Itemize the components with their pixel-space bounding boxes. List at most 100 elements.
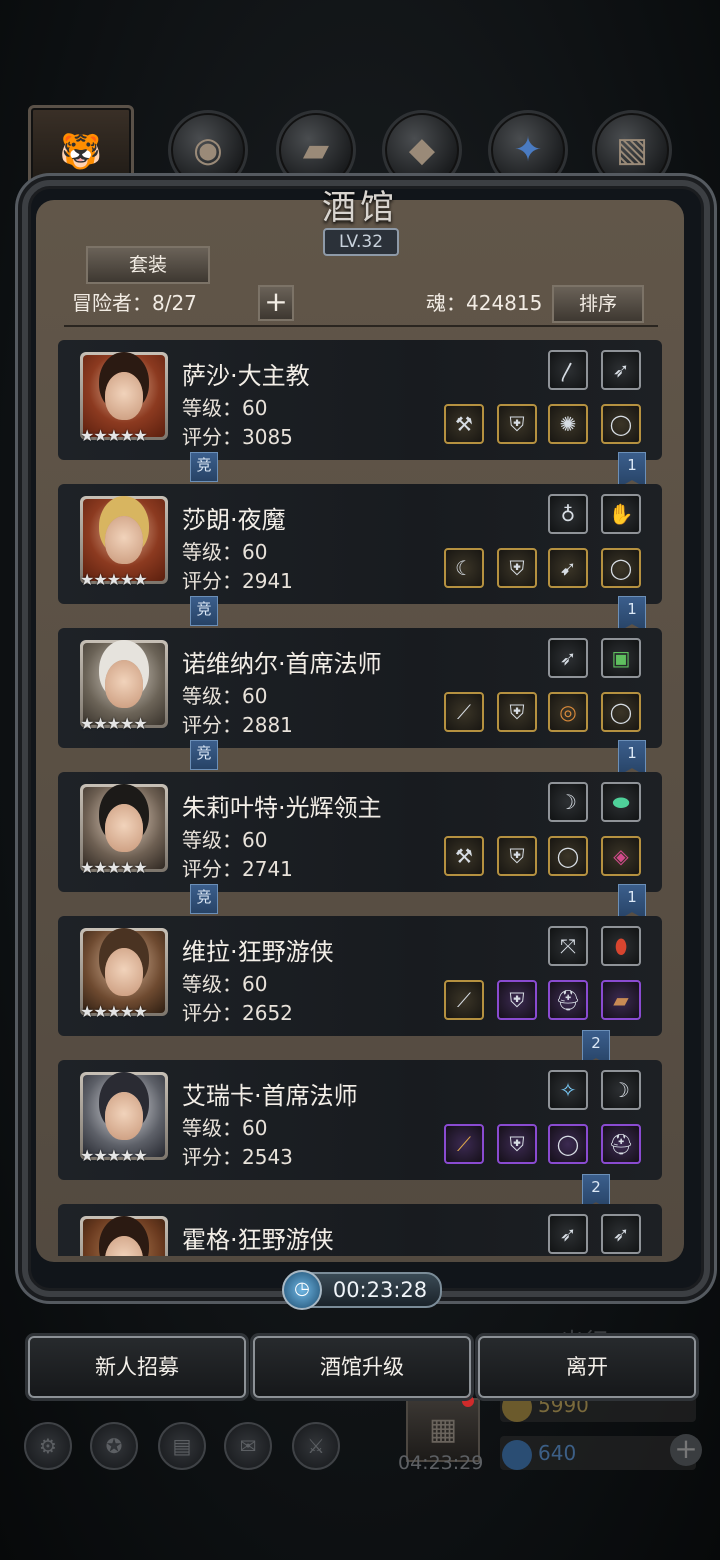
hero-score: 评分：2652	[182, 1001, 293, 1025]
staff-icon[interactable]: ⟋	[444, 1124, 484, 1164]
adventurer-count: 冒险者：8/27	[72, 291, 197, 315]
refresh-timer: ◷ 00:23:28	[282, 1270, 442, 1310]
star-rating: ★★★★★	[80, 858, 148, 877]
armor-icon[interactable]: ⛨	[497, 1124, 537, 1164]
gem-icon	[502, 1439, 532, 1470]
orb-icon[interactable]: ✧	[548, 1070, 588, 1110]
mail-icon[interactable]: ✉	[224, 1422, 272, 1470]
sort-button[interactable]: 排序	[552, 285, 644, 323]
set-button[interactable]: 套装	[86, 246, 210, 284]
add-slot-button[interactable]: +	[258, 285, 294, 321]
hero-name: 萨沙·大主教	[182, 362, 310, 390]
hero-card[interactable]: ★★★★★ 萨沙·大主教 等级：60 评分：3085 〳 ➶ ⚒ ⛨ ✺ ◯	[58, 340, 662, 460]
book-icon[interactable]: ▤	[158, 1422, 206, 1470]
blade-icon[interactable]: ☾	[444, 548, 484, 588]
armor-icon[interactable]: ⛨	[497, 692, 537, 732]
ruby-icon[interactable]: ⬮	[601, 926, 641, 966]
hero-score: 评分：2741	[182, 857, 293, 881]
staff-icon[interactable]: ⟋	[444, 692, 484, 732]
arena-badge: 竞	[190, 452, 218, 482]
ring-icon[interactable]: ◯	[548, 1124, 588, 1164]
armor-icon[interactable]: ⛨	[497, 404, 537, 444]
soul-count: 魂：424815	[426, 291, 543, 315]
glove-icon[interactable]: ✋	[601, 494, 641, 534]
feather-icon[interactable]: ➶	[548, 638, 588, 678]
crossed-swords-icon[interactable]: ⚔	[292, 1422, 340, 1470]
quiver-icon[interactable]: ➹	[548, 548, 588, 588]
hero-portrait[interactable]	[80, 1216, 168, 1256]
tab-materials[interactable]: ▰	[276, 110, 356, 190]
hero-score: 评分：2543	[182, 1145, 293, 1169]
hero-score: 评分：3085	[182, 425, 293, 449]
mace-icon[interactable]: ⚒	[444, 404, 484, 444]
horn-icon[interactable]: ☽	[601, 1070, 641, 1110]
potion-icon[interactable]: ♁	[548, 494, 588, 534]
clock-icon: ◷	[282, 1270, 322, 1310]
recruit-button[interactable]: 新人招募	[28, 1336, 246, 1398]
quiver-icon[interactable]: ▰	[601, 980, 641, 1020]
spellbook-icon[interactable]: ▣	[601, 638, 641, 678]
horn-icon[interactable]: ☽	[548, 782, 588, 822]
feather-icon[interactable]: ➶	[548, 1214, 588, 1254]
crossbow-icon[interactable]: ⤧	[548, 926, 588, 966]
amulet-icon[interactable]: ✺	[548, 404, 588, 444]
armor-icon: ◉	[193, 130, 223, 170]
hero-card[interactable]: 霍格·狂野游侠 ➶ ➶	[58, 1204, 662, 1256]
gem-ring-icon[interactable]: ◎	[548, 692, 588, 732]
spear-icon[interactable]: ⟋	[444, 980, 484, 1020]
ring-icon[interactable]: ◯	[601, 404, 641, 444]
ring-icon[interactable]: ◯	[601, 692, 641, 732]
hero-face	[105, 516, 143, 564]
hero-name: 维拉·狂野游侠	[182, 938, 334, 966]
feather-icon[interactable]: ➶	[601, 350, 641, 390]
hero-level: 等级：60	[182, 828, 268, 852]
armor-icon[interactable]: ⛨	[497, 548, 537, 588]
hero-card[interactable]: ★★★★★ 维拉·狂野游侠 等级：60 评分：2652 ⤧ ⬮ ⟋ ⛨ ⛑ ▰	[58, 916, 662, 1036]
tab-ore[interactable]: ◆	[382, 110, 462, 190]
shield-icon[interactable]: ✪	[90, 1422, 138, 1470]
rank-badge: 1	[618, 740, 646, 776]
divider	[64, 325, 658, 327]
hero-name: 诺维纳尔·首席法师	[182, 650, 382, 678]
tab-scrolls[interactable]: ▧	[592, 110, 672, 190]
star-rating: ★★★★★	[80, 426, 148, 445]
hero-name: 莎朗·夜魔	[182, 506, 286, 534]
hero-card[interactable]: ★★★★★ 艾瑞卡·首席法师 等级：60 评分：2543 ✧ ☽ ⟋ ⛨ ◯ ⛑	[58, 1060, 662, 1180]
rank-badge: 1	[618, 596, 646, 632]
armor-icon[interactable]: ⛨	[497, 836, 537, 876]
tab-armor[interactable]: ◉	[168, 110, 248, 190]
arena-badge: 竞	[190, 596, 218, 626]
settings-icon[interactable]: ⚙	[24, 1422, 72, 1470]
hero-level: 等级：60	[182, 396, 268, 420]
feather-icon[interactable]: ➶	[601, 1214, 641, 1254]
hero-card[interactable]: ★★★★★ 莎朗·夜魔 等级：60 评分：2941 ♁ ✋ ☾ ⛨ ➹ ◯	[58, 484, 662, 604]
helmet-icon[interactable]: ⛑	[548, 980, 588, 1020]
leave-button[interactable]: 离开	[478, 1336, 696, 1398]
hero-card[interactable]: ★★★★★ 朱莉叶特·光辉领主 等级：60 评分：2741 ☽ ⬬ ⚒ ⛨ ◯ …	[58, 772, 662, 892]
hero-level: 等级：60	[182, 972, 268, 996]
helmet-icon[interactable]: ⛑	[601, 1124, 641, 1164]
armor-icon[interactable]: ⛨	[497, 980, 537, 1020]
ring-icon[interactable]: ◯	[601, 548, 641, 588]
star-rating: ★★★★★	[80, 1002, 148, 1021]
rank-badge: 1	[618, 884, 646, 920]
emerald-icon[interactable]: ⬬	[601, 782, 641, 822]
hero-card[interactable]: ★★★★★ 诺维纳尔·首席法师 等级：60 评分：2881 ➶ ▣ ⟋ ⛨ ◎ …	[58, 628, 662, 748]
add-resource-button[interactable]: +	[670, 1434, 702, 1466]
hero-list[interactable]: ★★★★★ 萨沙·大主教 等级：60 评分：3085 〳 ➶ ⚒ ⛨ ✺ ◯ 竞…	[58, 338, 662, 1256]
hero-face	[105, 1236, 143, 1256]
hero-face	[105, 1092, 143, 1140]
rank-badge: 1	[618, 452, 646, 488]
tab-crystal[interactable]: ✦	[488, 110, 568, 190]
mace-icon[interactable]: ⚒	[444, 836, 484, 876]
gem-value: 640	[538, 1441, 577, 1465]
upgrade-tavern-button[interactable]: 酒馆升级	[253, 1336, 471, 1398]
hero-level: 等级：60	[182, 684, 268, 708]
bow-icon[interactable]: 〳	[548, 350, 588, 390]
pendant-icon[interactable]: ◈	[601, 836, 641, 876]
ring-icon[interactable]: ◯	[548, 836, 588, 876]
hero-face	[105, 372, 143, 420]
hero-score: 评分：2881	[182, 713, 293, 737]
arena-badge: 竞	[190, 740, 218, 770]
arena-badge: 竞	[190, 884, 218, 914]
